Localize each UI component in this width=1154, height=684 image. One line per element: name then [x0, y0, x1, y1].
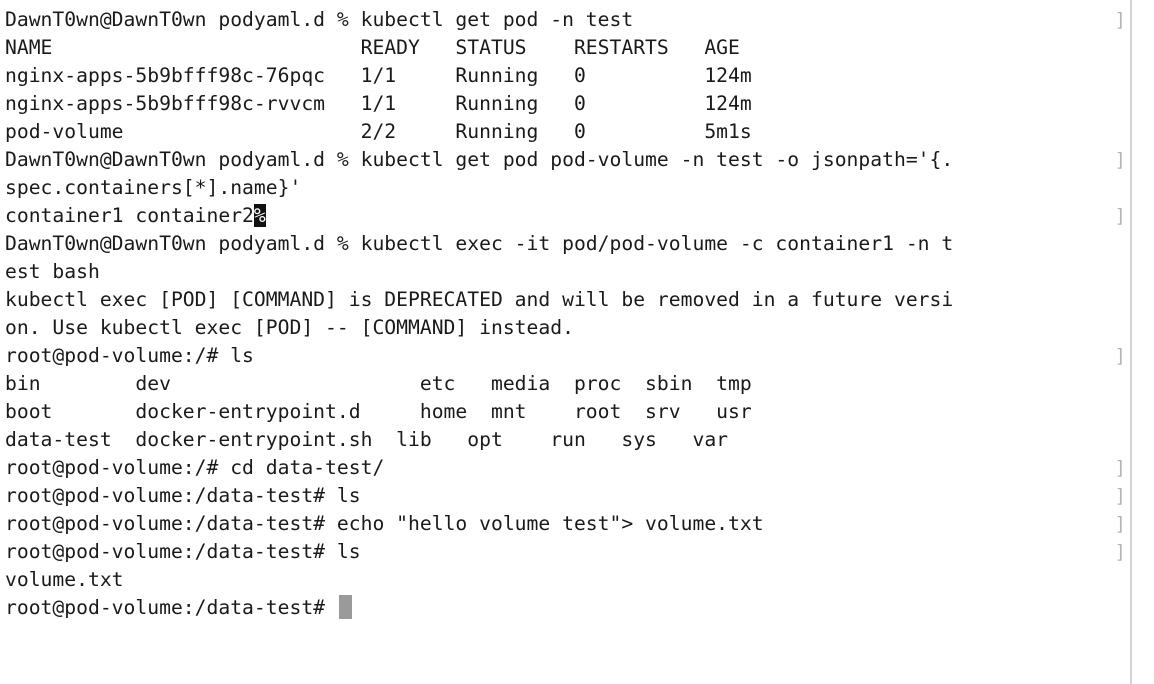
terminal-line: volume.txt — [5, 566, 1130, 594]
terminal-line: root@pod-volume:/# ls] — [5, 342, 1130, 370]
prompt-mark-bracket: ] — [1114, 345, 1126, 367]
terminal-line: DawnT0wn@DawnT0wn podyaml.d % kubectl ge… — [5, 6, 1130, 34]
terminal-line-text: spec.containers[*].name}' — [5, 176, 302, 199]
terminal-line: NAME READY STATUS RESTARTS AGE — [5, 34, 1130, 62]
terminal-line-text: pod-volume 2/2 Running 0 5m1s — [5, 120, 752, 143]
terminal-line: nginx-apps-5b9bfff98c-rvvcm 1/1 Running … — [5, 90, 1130, 118]
terminal-line-text: NAME READY STATUS RESTARTS AGE — [5, 36, 740, 59]
terminal-line: nginx-apps-5b9bfff98c-76pqc 1/1 Running … — [5, 62, 1130, 90]
terminal-line: DawnT0wn@DawnT0wn podyaml.d % kubectl ex… — [5, 230, 1130, 258]
terminal-line-text: root@pod-volume:/data-test# — [5, 596, 337, 619]
terminal-line: root@pod-volume:/data-test# ls] — [5, 538, 1130, 566]
terminal-line-text: DawnT0wn@DawnT0wn podyaml.d % kubectl ge… — [5, 8, 634, 31]
terminal-line: container1 container2%] — [5, 202, 1130, 230]
terminal-line-text: data-test docker-entrypoint.sh lib opt r… — [5, 428, 729, 451]
terminal-line-text: DawnT0wn@DawnT0wn podyaml.d % kubectl ex… — [5, 232, 954, 255]
terminal-window[interactable]: DawnT0wn@DawnT0wn podyaml.d % kubectl ge… — [0, 0, 1132, 684]
terminal-line: root@pod-volume:/data-test# — [5, 594, 1130, 622]
terminal-line: bin dev etc media proc sbin tmp — [5, 370, 1130, 398]
prompt-mark-bracket: ] — [1114, 457, 1126, 479]
terminal-line: boot docker-entrypoint.d home mnt root s… — [5, 398, 1130, 426]
no-newline-marker: % — [253, 204, 266, 227]
terminal-line: on. Use kubectl exec [POD] -- [COMMAND] … — [5, 314, 1130, 342]
terminal-line-text: on. Use kubectl exec [POD] -- [COMMAND] … — [5, 316, 574, 339]
prompt-mark-bracket: ] — [1114, 513, 1126, 535]
terminal-line: root@pod-volume:/# cd data-test/] — [5, 454, 1130, 482]
terminal-line-text: est bash — [5, 260, 100, 283]
terminal-line-text: root@pod-volume:/data-test# ls — [5, 540, 361, 563]
terminal-line: DawnT0wn@DawnT0wn podyaml.d % kubectl ge… — [5, 146, 1130, 174]
terminal-line-text: root@pod-volume:/data-test# ls — [5, 484, 361, 507]
terminal-line-text: nginx-apps-5b9bfff98c-rvvcm 1/1 Running … — [5, 92, 752, 115]
terminal-line-text: DawnT0wn@DawnT0wn podyaml.d % kubectl ge… — [5, 148, 954, 171]
terminal-line: data-test docker-entrypoint.sh lib opt r… — [5, 426, 1130, 454]
terminal-line-text: root@pod-volume:/# cd data-test/ — [5, 456, 385, 479]
terminal-line-text: volume.txt — [5, 568, 124, 591]
terminal-line-text: kubectl exec [POD] [COMMAND] is DEPRECAT… — [5, 288, 954, 311]
terminal-line: root@pod-volume:/data-test# echo "hello … — [5, 510, 1130, 538]
prompt-mark-bracket: ] — [1114, 541, 1126, 563]
prompt-mark-bracket: ] — [1114, 205, 1126, 227]
terminal-line-text: root@pod-volume:/# ls — [5, 344, 254, 367]
terminal-line-text: root@pod-volume:/data-test# echo "hello … — [5, 512, 764, 535]
terminal-line: spec.containers[*].name}' — [5, 174, 1130, 202]
terminal-line: kubectl exec [POD] [COMMAND] is DEPRECAT… — [5, 286, 1130, 314]
terminal-line-text: boot docker-entrypoint.d home mnt root s… — [5, 400, 752, 423]
terminal-line-text: nginx-apps-5b9bfff98c-76pqc 1/1 Running … — [5, 64, 752, 87]
terminal-line: root@pod-volume:/data-test# ls] — [5, 482, 1130, 510]
terminal-line-text: container1 container2 — [5, 204, 254, 227]
text-cursor[interactable] — [338, 595, 352, 619]
terminal-line: est bash — [5, 258, 1130, 286]
prompt-mark-bracket: ] — [1114, 9, 1126, 31]
terminal-output[interactable]: DawnT0wn@DawnT0wn podyaml.d % kubectl ge… — [5, 6, 1130, 622]
terminal-line: pod-volume 2/2 Running 0 5m1s — [5, 118, 1130, 146]
terminal-line-text: bin dev etc media proc sbin tmp — [5, 372, 752, 395]
prompt-mark-bracket: ] — [1114, 149, 1126, 171]
prompt-mark-bracket: ] — [1114, 485, 1126, 507]
